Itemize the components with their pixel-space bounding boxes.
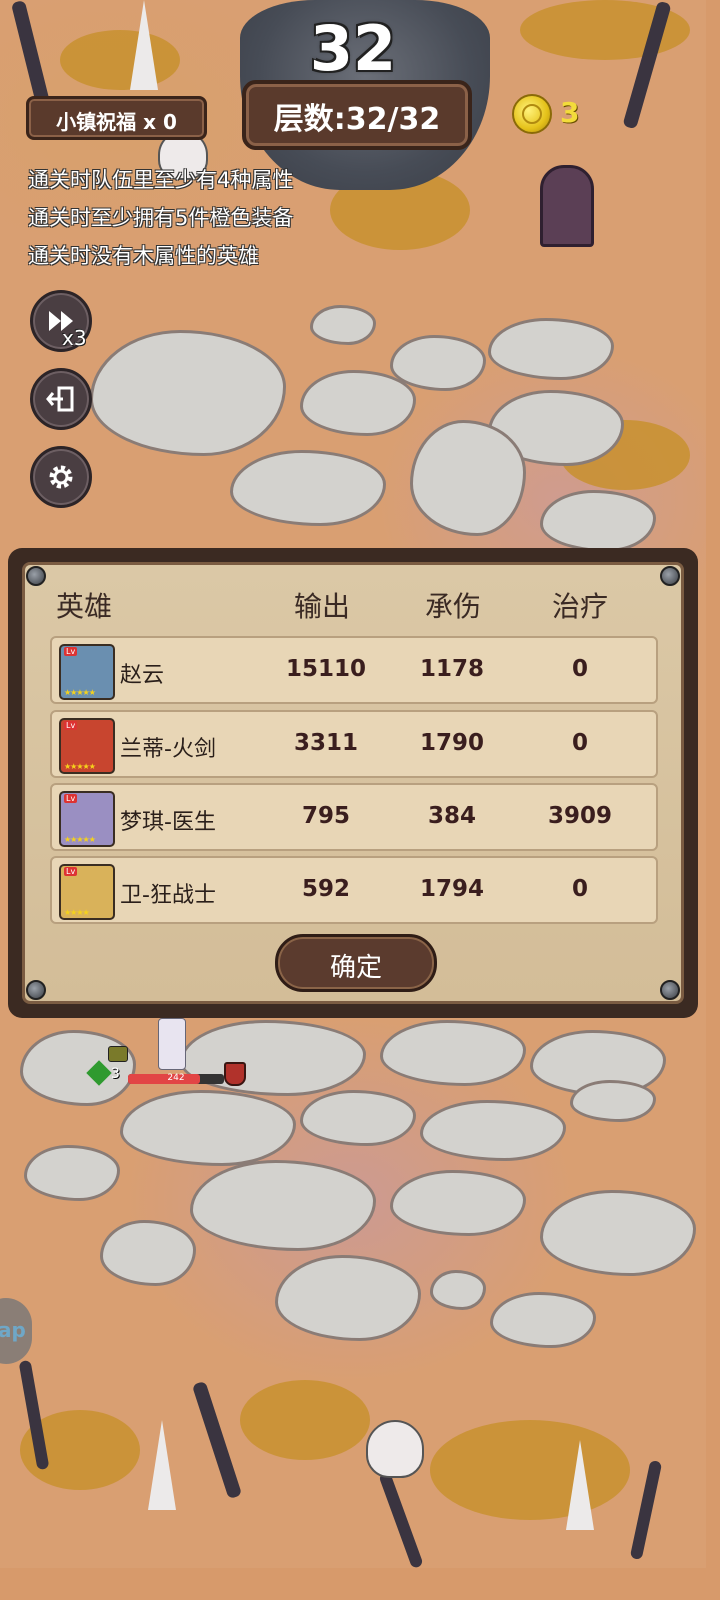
hero-name: 兰蒂-火剑 (120, 737, 216, 762)
hero-avatar: Lv ★★★★★ (59, 718, 115, 774)
dead-branch (378, 1470, 424, 1568)
hero-name: 赵云 (120, 663, 165, 688)
hero-name: 梦琪-医生 (120, 810, 216, 835)
hero-output: 15110 (285, 656, 367, 682)
stone (90, 330, 286, 456)
stone (410, 420, 526, 536)
stone (230, 450, 386, 526)
hero-damage-taken: 1794 (419, 876, 484, 902)
confirm-label: 确定 (329, 953, 382, 983)
unit-level: 3 (111, 1066, 120, 1082)
exit-button[interactable] (30, 368, 92, 430)
stone (540, 1190, 696, 1276)
hero-heal: 0 (571, 876, 588, 902)
bush (430, 1420, 630, 1520)
header-damage-taken: 承伤 (425, 590, 482, 623)
stone (190, 1160, 376, 1251)
hero-output: 3311 (293, 730, 358, 756)
bone-horn (148, 1420, 176, 1510)
gear-icon (49, 465, 73, 489)
hero-heal: 0 (571, 656, 588, 682)
stone (275, 1255, 421, 1341)
side-tab-label: ap (0, 1318, 26, 1342)
hero-output: 795 (301, 803, 350, 829)
stone (380, 1020, 526, 1086)
rivet (26, 980, 46, 1000)
hero-avatar: Lv ★★★★★ (59, 791, 115, 847)
skull-icon (366, 1420, 424, 1478)
floor-label: 层数:32/32 (273, 102, 441, 137)
tombstone (540, 165, 594, 247)
header-output: 输出 (294, 590, 351, 623)
bone-horn (566, 1440, 594, 1530)
stone (180, 1020, 366, 1096)
current-level: 32 (309, 12, 397, 85)
stone (300, 1090, 416, 1146)
goal-item: 通关时队伍里至少有4种属性 (28, 168, 294, 192)
coin-count: 3 (560, 96, 580, 129)
hero-heal: 0 (571, 730, 588, 756)
stone (310, 305, 376, 345)
hero-row: Lv ★★★★★ 赵云 15110 1178 0 (50, 636, 658, 704)
hero-damage-taken: 1790 (419, 730, 484, 756)
stone (420, 1100, 566, 1161)
stone (488, 318, 614, 380)
hero-damage-taken: 1178 (419, 656, 484, 682)
rivet (26, 566, 46, 586)
stone (100, 1220, 196, 1286)
hero-damage-taken: 384 (427, 803, 476, 829)
hero-unit[interactable] (158, 1018, 186, 1070)
coin-icon (512, 94, 552, 134)
floor-counter: 层数:32/32 (242, 80, 472, 150)
rivet (660, 566, 680, 586)
dead-branch (629, 1459, 663, 1561)
stone (390, 335, 486, 391)
stone (490, 1292, 596, 1348)
speed-multiplier: x3 (62, 326, 87, 350)
shield-icon (224, 1062, 246, 1086)
hero-heal: 3909 (547, 803, 612, 829)
stone (120, 1090, 296, 1166)
stone (24, 1145, 120, 1201)
stone (540, 490, 656, 552)
settings-button[interactable] (30, 446, 92, 508)
town-blessing-badge[interactable]: 小镇祝福 x 0 (26, 96, 207, 140)
stone (390, 1170, 526, 1236)
hero-row: Lv ★★★★★ 梦琪-医生 795 384 3909 (50, 783, 658, 851)
hero-avatar: Lv ★★★★★ (59, 644, 115, 700)
confirm-button[interactable]: 确定 (275, 934, 437, 992)
hero-name: 卫-狂战士 (120, 883, 216, 908)
goal-item: 通关时没有木属性的英雄 (28, 244, 259, 268)
stone (430, 1270, 486, 1310)
bush (240, 1380, 370, 1460)
header-heal: 治疗 (552, 590, 609, 623)
exit-icon (46, 386, 74, 412)
header-hero: 英雄 (56, 590, 113, 623)
hero-avatar: Lv ★★★★ (59, 864, 115, 920)
dead-branch (191, 1380, 243, 1500)
blessing-label: 小镇祝福 x 0 (56, 110, 177, 134)
hero-row: Lv ★★★★★ 兰蒂-火剑 3311 1790 0 (50, 710, 658, 778)
rivet (660, 980, 680, 1000)
chest-icon (108, 1046, 128, 1062)
unit-hp-text: 242 (167, 1073, 185, 1083)
hero-output: 592 (301, 876, 350, 902)
stone (570, 1080, 656, 1122)
goal-item: 通关时至少拥有5件橙色装备 (28, 206, 294, 230)
hero-row: Lv ★★★★ 卫-狂战士 592 1794 0 (50, 856, 658, 924)
